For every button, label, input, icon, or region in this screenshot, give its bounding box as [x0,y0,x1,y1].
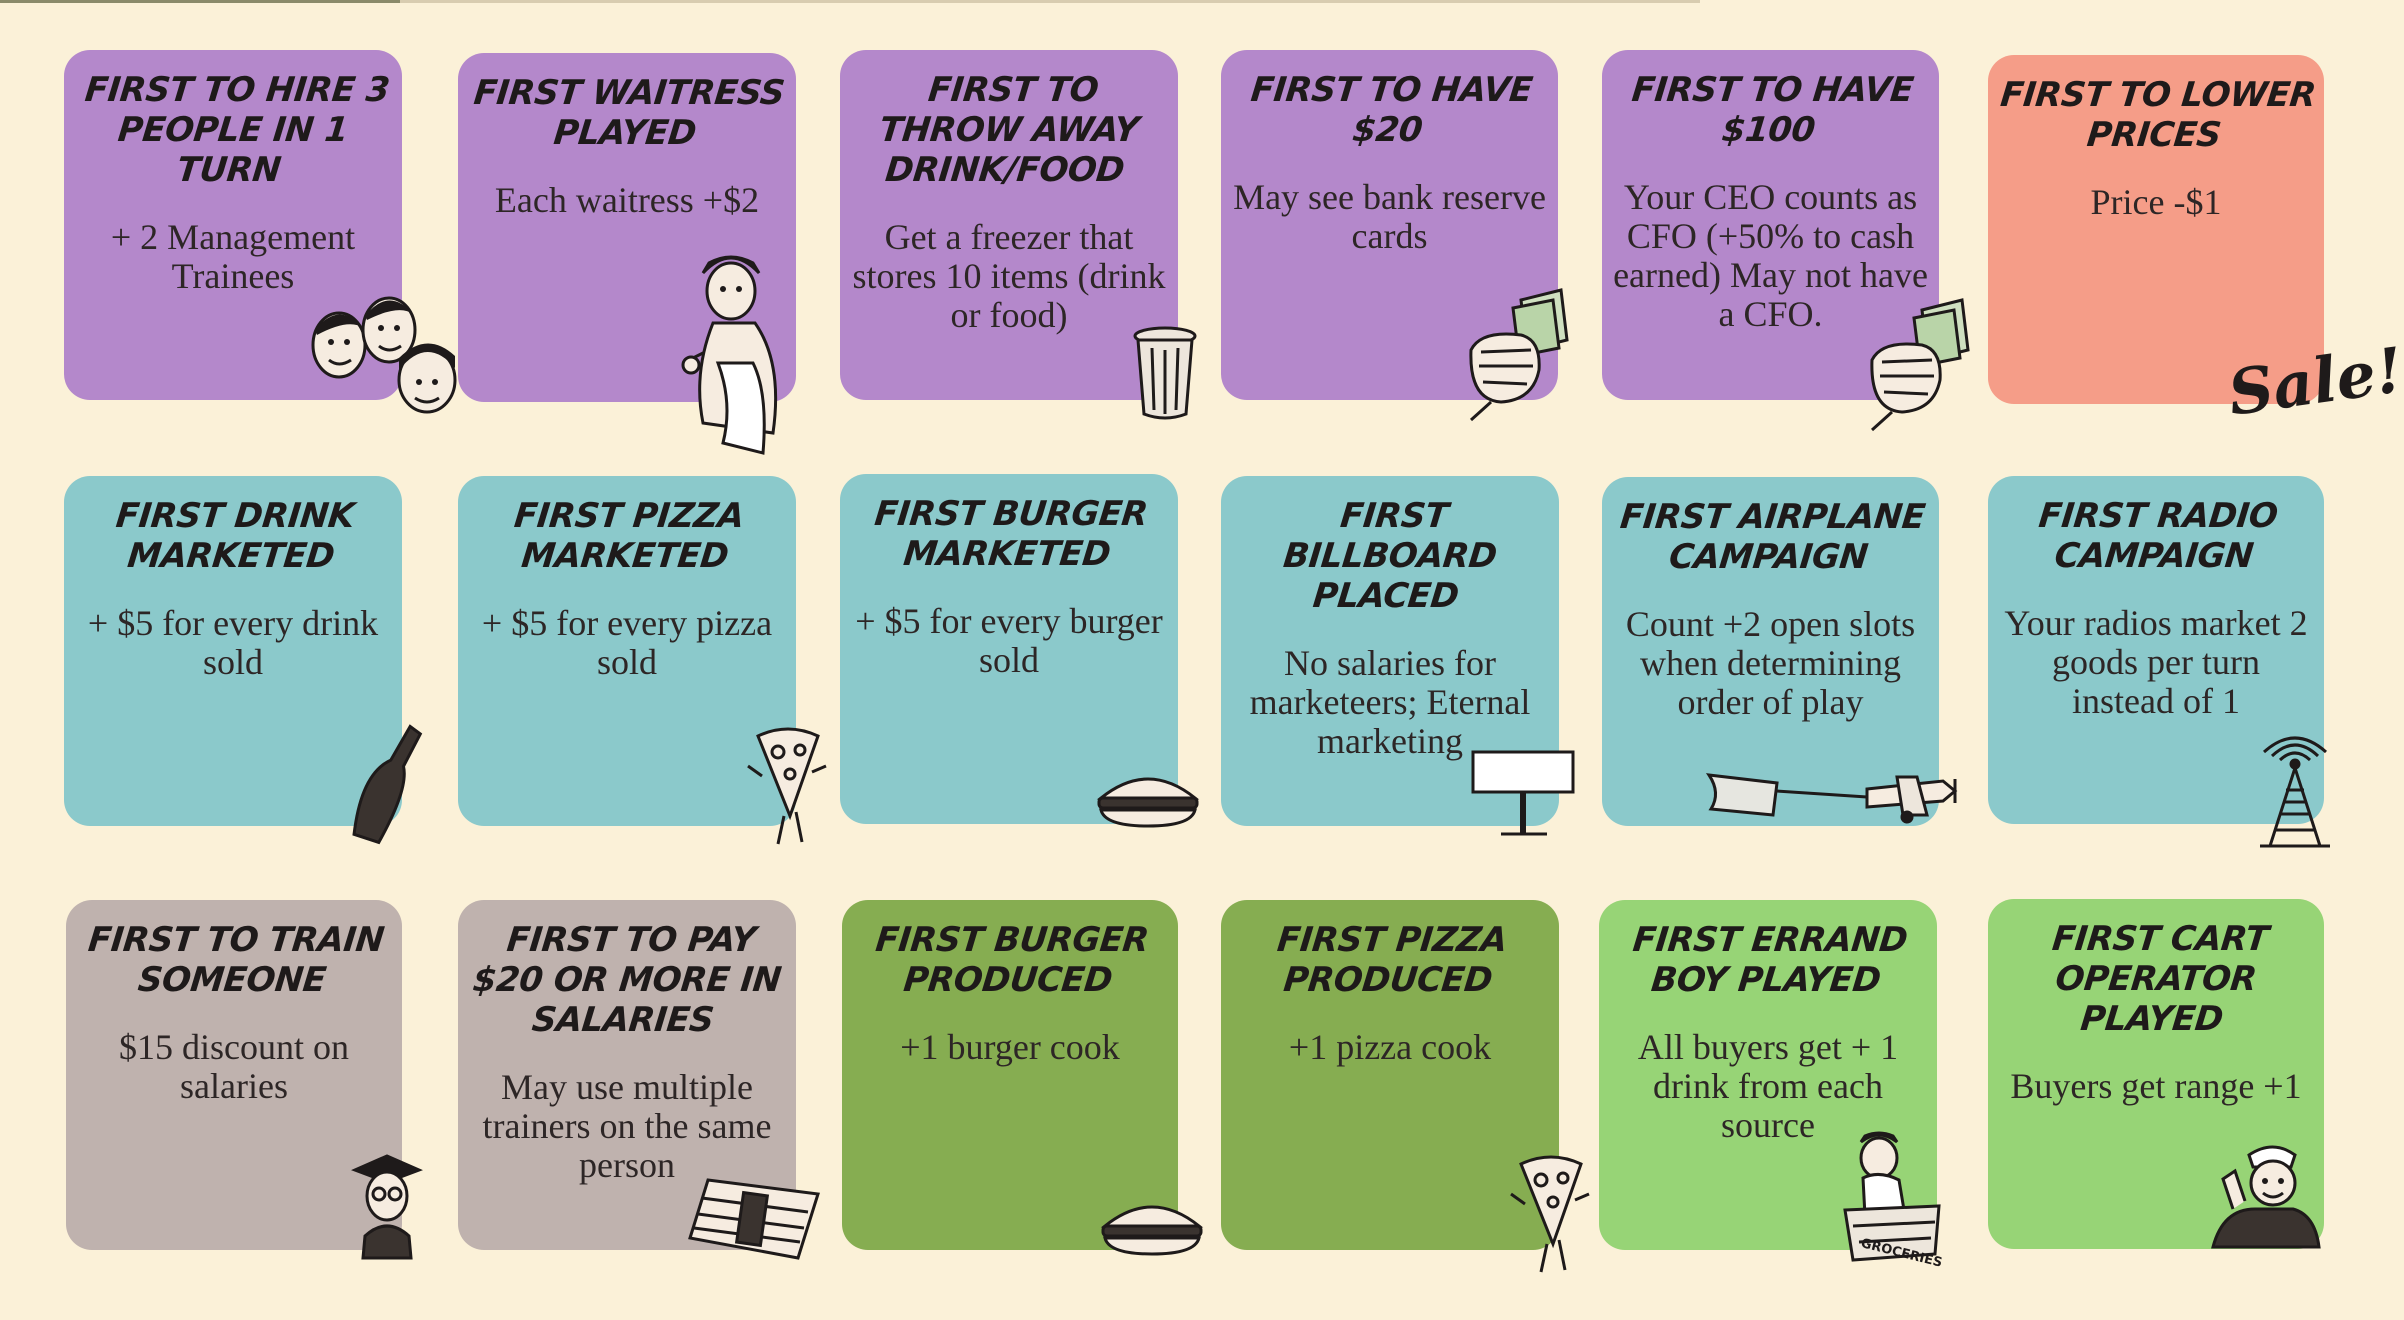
trash-can-icon [1133,326,1197,420]
burger-icon [1100,1205,1204,1256]
milestone-card-burger-marketed[interactable]: First burger marketed + $5 for every bur… [840,474,1200,828]
card-body: + $5 for every burger sold [855,601,1163,680]
card-body: + 2 Management Trainees [110,217,356,296]
radio-tower-icon [2260,736,2330,848]
card-body: Count +2 open slots when determining ord… [1625,604,1916,722]
cash-stack-icon [688,1178,820,1260]
card-title: First radio campaign [2036,496,2280,576]
fist-with-cash-icon [1469,288,1569,422]
billboard-icon [1471,750,1575,836]
pizza-slice-icon [1510,1155,1590,1273]
bottle-icon [352,724,423,845]
milestone-card-billboard[interactable]: First billboard placed No salaries for m… [1221,476,1575,836]
cart-operator-icon [2211,1145,2321,1249]
card-title: First to lower prices [1998,75,2318,155]
milestone-card-radio[interactable]: First radio campaign Your radios market … [1988,476,2330,848]
card-title: First pizza produced [1275,920,1509,1000]
card-title: First to train someone [86,920,386,1000]
milestone-card-train[interactable]: First to train someone $15 discount on s… [66,900,423,1260]
milestone-card-pizza-marketed[interactable]: First pizza marketed + $5 for every pizz… [458,476,827,845]
milestone-card-pay-salaries[interactable]: First to pay $20 or more in salaries May… [458,900,820,1260]
three-men-icon [311,296,457,414]
card-title: First to hire 3 people in 1 turn [83,70,392,190]
fist-with-cash-icon [1870,298,1970,432]
milestone-card-lower-prices[interactable]: First to lower prices Price -$1 Sale! [1988,55,2404,430]
top-rule [0,0,1700,3]
card-body: No salaries for marketeers; Eternal mark… [1249,643,1531,761]
card-title: First billboard placed [1281,496,1499,616]
burger-icon [1096,777,1200,828]
milestone-card-errand-boy[interactable]: First errand boy played All buyers get +… [1599,900,1944,1271]
card-title: First pizza marketed [512,496,746,576]
milestone-card-have-100[interactable]: First to have $100 Your CEO counts as CF… [1602,50,1970,432]
milestone-card-airplane[interactable]: First airplane campaign Count +2 open sl… [1602,477,1958,826]
card-body: +1 burger cook [900,1027,1120,1067]
card-body: Buyers get range +1 [2010,1066,2302,1106]
card-title: First errand boy played [1630,920,1910,1000]
card-body: All buyers get + 1 drink from each sourc… [1637,1027,1899,1145]
milestone-card-cart-operator[interactable]: First cart operator played Buyers get ra… [1988,899,2324,1249]
card-title: First drink marketed [114,496,357,576]
card-body: Get a freezer that stores 10 items (drin… [852,217,1166,335]
card-body: May see bank reserve cards [1233,177,1546,256]
card-body: May use multiple trainers on the same pe… [482,1067,772,1185]
waitress-icon [681,255,778,455]
milestone-card-pizza-produced[interactable]: First pizza produced +1 pizza cook [1221,900,1590,1273]
card-body: + $5 for every pizza sold [481,603,773,682]
card-title: First airplane campaign [1618,497,1927,577]
card-body: +1 pizza cook [1288,1027,1492,1067]
card-body: + $5 for every drink sold [87,603,379,682]
milestone-card-throw-away[interactable]: First to throw away drink/food Get a fre… [840,50,1197,420]
graduate-icon [351,1154,423,1260]
card-title: First to throw away drink/food [877,70,1141,190]
milestone-card-burger-produced[interactable]: First burger produced +1 burger cook [842,900,1204,1256]
card-title: First to have $20 [1248,70,1535,150]
airplane-banner-icon [1705,773,1958,824]
card-title: First cart operator played [2050,919,2271,1039]
card-title: First waitress played [471,73,787,153]
card-body: Each waitress +$2 [494,180,760,220]
card-title: First burger marketed [872,494,1150,574]
card-body: Your radios market 2 goods per turn inst… [2004,603,2308,721]
milestone-card-waitress[interactable]: First waitress played Each waitress +$2 [458,53,796,455]
card-title: First to have $100 [1629,70,1916,150]
card-title: First burger produced [873,920,1151,1000]
pizza-slice-icon [747,727,827,845]
card-title: First to pay $20 or more in salaries [470,920,784,1040]
card-body: Price -$1 [2090,182,2222,222]
milestone-card-have-20[interactable]: First to have $20 May see bank reserve c… [1221,50,1569,422]
milestone-card-hire-three[interactable]: First to hire 3 people in 1 turn + 2 Man… [64,50,457,414]
sale-script: Sale! [2223,333,2404,430]
milestone-card-drink-marketed[interactable]: First drink marketed + $5 for every drin… [64,476,423,845]
card-body: $15 discount on salaries [119,1027,349,1106]
errand-boy-icon: GROCERIES [1843,1131,1944,1271]
